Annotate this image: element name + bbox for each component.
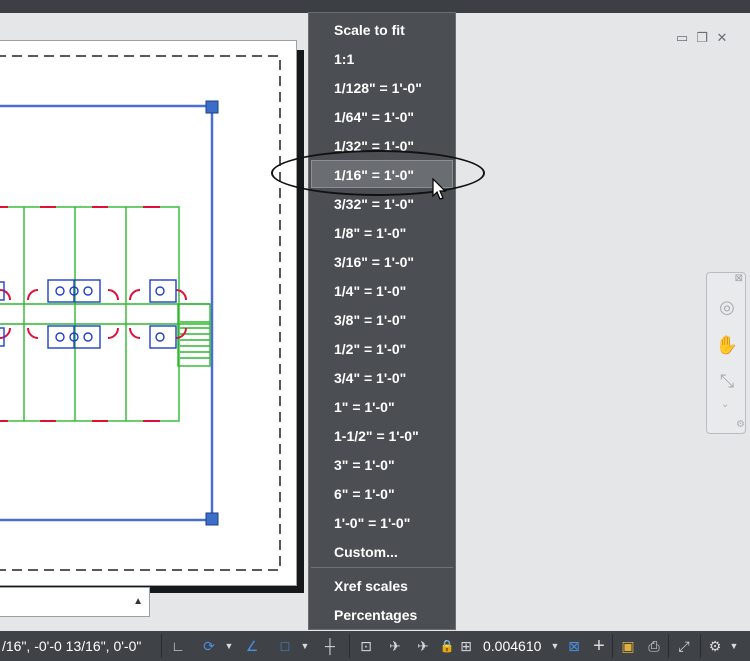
scale-option-3[interactable]: 3" = 1'-0": [334, 456, 395, 474]
isodraft-icon[interactable]: ∠: [240, 635, 264, 657]
close-icon[interactable]: ✕: [714, 30, 730, 46]
restore-icon[interactable]: ❐: [694, 30, 710, 46]
gear-icon[interactable]: ⚙: [704, 635, 726, 657]
command-line[interactable]: ▲: [0, 587, 150, 617]
minimize-icon[interactable]: ▭: [674, 30, 690, 46]
model-space-icon[interactable]: ⊡: [354, 635, 378, 657]
status-divider: [349, 634, 350, 658]
viewport-window-controls: ▭ ❐ ✕: [674, 30, 730, 46]
doors: [0, 206, 187, 422]
workspace-icon[interactable]: ▣: [616, 635, 640, 657]
viewport-scale-menu[interactable]: Scale to fit 1:1 1/128" = 1'-0" 1/64" = …: [308, 12, 456, 630]
scale-option-1-8[interactable]: 1/8" = 1'-0": [334, 224, 406, 242]
scale-option-1[interactable]: 1" = 1'-0": [334, 398, 395, 416]
chevron-down-icon[interactable]: ⌄: [721, 399, 729, 410]
mouse-cursor-icon: [432, 178, 447, 200]
auto-scale-icon[interactable]: ✈: [412, 635, 434, 657]
polar-tracking-icon[interactable]: ⟳: [196, 635, 222, 657]
scale-option-xref-scales[interactable]: Xref scales: [334, 577, 408, 595]
printer-icon[interactable]: ⎙: [642, 635, 666, 657]
viewport-grip-top[interactable]: [205, 100, 219, 114]
scale-option-custom[interactable]: Custom...: [334, 543, 398, 561]
scale-option-1-1[interactable]: 1:1: [334, 50, 354, 68]
navigation-bar[interactable]: ⊠ ◎ ✋ ⤡ ⌄ ⚙: [706, 272, 746, 434]
status-bar: /16", -0'-0 13/16", 0'-0" ∟ ⟳ ▼ ∠ □ ▼ ┼ …: [0, 631, 750, 661]
scale-option-1-4[interactable]: 1/4" = 1'-0": [334, 282, 406, 300]
object-snap-icon[interactable]: □: [272, 635, 298, 657]
status-divider: [668, 634, 669, 658]
viewport-scale-icon[interactable]: ⊞: [456, 635, 476, 657]
scale-option-1-0[interactable]: 1'-0" = 1'-0": [334, 514, 410, 532]
coordinate-readout: /16", -0'-0 13/16", 0'-0": [2, 638, 142, 654]
highlight-ellipse-annotation: [271, 150, 485, 196]
polar-dropdown-icon[interactable]: ▼: [224, 635, 234, 657]
viewport-drawing[interactable]: [0, 0, 300, 600]
sync-viewport-icon[interactable]: ⊠: [563, 635, 585, 657]
command-history-arrow-icon[interactable]: ▲: [133, 596, 143, 607]
scale-option-scale-to-fit[interactable]: Scale to fit: [334, 21, 405, 39]
scale-option-1-1-2[interactable]: 1-1/2" = 1'-0": [334, 427, 419, 445]
scale-option-3-32[interactable]: 3/32" = 1'-0": [334, 195, 414, 213]
scale-option-3-8[interactable]: 3/8" = 1'-0": [334, 311, 406, 329]
scale-option-3-16[interactable]: 3/16" = 1'-0": [334, 253, 414, 271]
viewport-grip-bottom[interactable]: [205, 512, 219, 526]
floor-plan: [0, 206, 211, 422]
viewport-scale-value[interactable]: 0.004610: [483, 631, 541, 661]
navbar-settings-icon[interactable]: ⚙: [736, 419, 745, 430]
add-icon[interactable]: +: [588, 635, 610, 657]
pan-hand-icon[interactable]: ✋: [711, 331, 743, 359]
zoom-extents-icon[interactable]: ⤡: [711, 367, 743, 395]
scale-option-3-4[interactable]: 3/4" = 1'-0": [334, 369, 406, 387]
customize-dropdown-icon[interactable]: ▼: [728, 635, 740, 657]
fullscreen-icon[interactable]: ⤢: [672, 635, 696, 657]
status-divider: [161, 634, 162, 658]
scale-option-6[interactable]: 6" = 1'-0": [334, 485, 395, 503]
navbar-close-icon[interactable]: ⊠: [735, 273, 743, 284]
fixtures: [0, 279, 177, 349]
scale-option-1-128[interactable]: 1/128" = 1'-0": [334, 79, 422, 97]
ortho-icon[interactable]: ∟: [168, 635, 188, 657]
menu-separator: [311, 567, 453, 568]
paper-margin-dashed: [0, 55, 281, 571]
osnap-dropdown-icon[interactable]: ▼: [300, 635, 310, 657]
status-divider: [700, 634, 701, 658]
scale-option-1-64[interactable]: 1/64" = 1'-0": [334, 108, 414, 126]
lineweight-icon[interactable]: ┼: [318, 635, 342, 657]
scale-option-1-2[interactable]: 1/2" = 1'-0": [334, 340, 406, 358]
annotation-visibility-icon[interactable]: ✈: [384, 635, 406, 657]
viewport-lock-icon[interactable]: 🔒: [440, 635, 455, 657]
steering-wheel-icon[interactable]: ◎: [711, 293, 743, 321]
scale-option-percentages[interactable]: Percentages: [334, 606, 417, 624]
viewport-frame[interactable]: [0, 100, 219, 526]
scale-dropdown-icon[interactable]: ▼: [550, 635, 560, 657]
status-divider: [612, 634, 613, 658]
